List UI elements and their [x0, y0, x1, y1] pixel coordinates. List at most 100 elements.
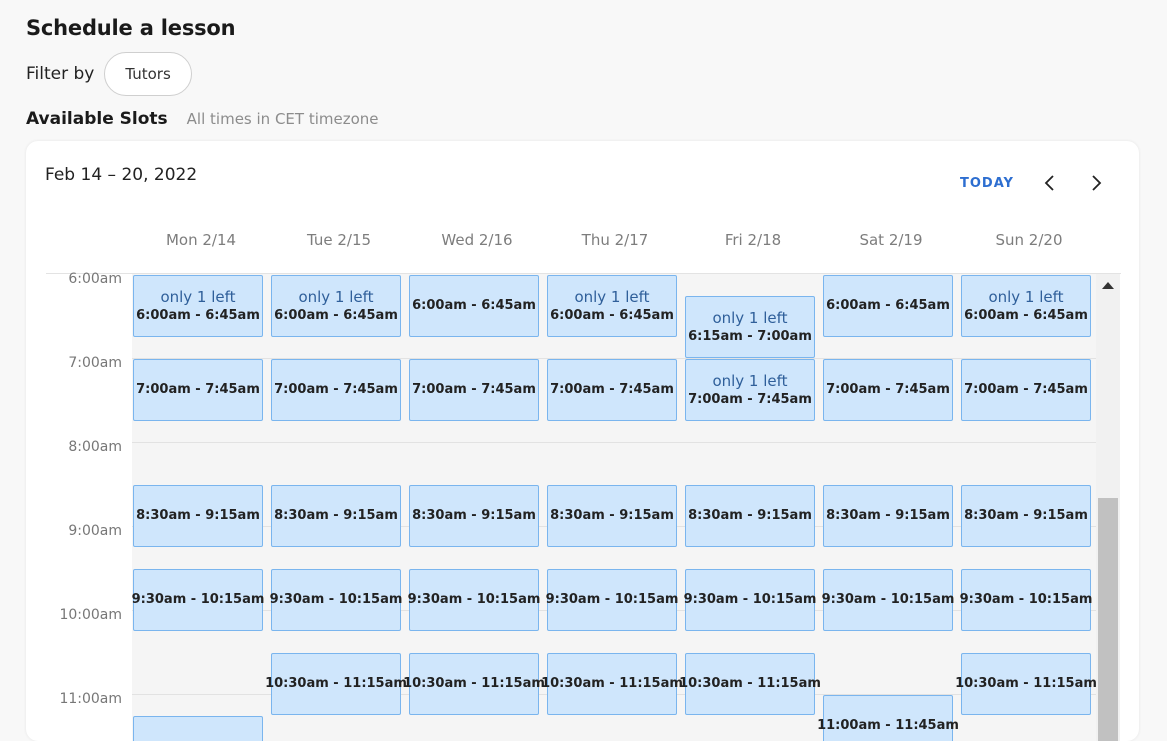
time-label: 8:00am [68, 439, 122, 455]
slot-time-range: 10:30am - 11:15am [541, 676, 683, 691]
time-slot[interactable]: 10:30am - 11:15am [955, 653, 1097, 715]
previous-week-button[interactable] [1039, 172, 1061, 194]
time-slot[interactable]: 8:30am - 9:15am [823, 485, 953, 547]
today-button[interactable]: TODAY [960, 176, 1014, 191]
day-header: Sun 2/20 [995, 231, 1063, 249]
hour-line [132, 442, 1096, 443]
slot-availability-note: only 1 left [712, 371, 788, 390]
slot-time-range: 7:00am - 7:45am [826, 382, 950, 397]
day-header: Wed 2/16 [441, 231, 513, 249]
next-week-button[interactable] [1085, 172, 1107, 194]
vertical-scrollbar[interactable] [1096, 274, 1120, 741]
filter-label: Filter by [26, 64, 95, 84]
time-slot[interactable]: 8:30am - 9:15am [961, 485, 1091, 547]
slot-time-range: 9:30am - 10:15am [131, 592, 265, 607]
slot-time-range: 7:00am - 7:45am [550, 382, 674, 397]
time-slot[interactable]: 7:00am - 7:45am [823, 359, 953, 421]
slot-time-range: 10:30am - 11:15am [955, 676, 1097, 691]
time-slot[interactable]: 8:30am - 9:15am [685, 485, 815, 547]
time-slot[interactable]: 10:30am - 11:15am [403, 653, 545, 715]
chevron-left-icon [1044, 175, 1054, 191]
slot-time-range: 9:30am - 10:15am [959, 592, 1093, 607]
time-slot[interactable]: 9:30am - 10:15am [131, 569, 265, 631]
day-header: Tue 2/15 [306, 231, 372, 249]
time-slot[interactable]: only 1 left 6:00am - 6:45am [547, 275, 677, 337]
time-slot[interactable]: only 1 left 6:00am - 6:45am [961, 275, 1091, 337]
slot-time-range: 8:30am - 9:15am [826, 508, 950, 523]
chevron-right-icon [1092, 175, 1102, 191]
time-slot[interactable]: 6:00am - 6:45am [823, 275, 953, 337]
time-slot[interactable]: 7:00am - 7:45am [271, 359, 401, 421]
time-slot[interactable]: 7:00am - 7:45am [133, 359, 263, 421]
time-slot[interactable]: 9:30am - 10:15am [684, 569, 816, 631]
slot-time-range: 10:30am - 11:15am [679, 676, 821, 691]
day-headers: Mon 2/14 Tue 2/15 Wed 2/16 Thu 2/17 Fri 2/18… [132, 231, 1098, 253]
time-slot[interactable]: 10:30am - 11:15am [265, 653, 407, 715]
slot-time-range: 8:30am - 9:15am [964, 508, 1088, 523]
time-slot[interactable]: 8:30am - 9:15am [271, 485, 401, 547]
timezone-note: All times in CET timezone [186, 110, 379, 128]
scroll-thumb[interactable] [1098, 498, 1118, 741]
time-slot[interactable]: 6:00am - 6:45am [409, 275, 539, 337]
slot-time-range: 8:30am - 9:15am [136, 508, 260, 523]
slot-time-range: 7:00am - 7:45am [964, 382, 1088, 397]
time-slot[interactable]: 9:30am - 10:15am [269, 569, 403, 631]
slot-time-range: 10:30am - 11:15am [265, 676, 407, 691]
time-slot[interactable] [133, 716, 263, 741]
time-slot[interactable]: 7:00am - 7:45am [409, 359, 539, 421]
slot-time-range: 9:30am - 10:15am [821, 592, 955, 607]
slot-time-range: 7:00am - 7:45am [412, 382, 536, 397]
time-slot[interactable]: 7:00am - 7:45am [961, 359, 1091, 421]
time-slot[interactable]: 9:30am - 10:15am [545, 569, 679, 631]
slot-time-range: 7:00am - 7:45am [274, 382, 398, 397]
slot-time-range: 6:00am - 6:45am [550, 307, 674, 323]
day-header: Sat 2/19 [859, 231, 923, 249]
available-slots-title: Available Slots [26, 109, 168, 129]
time-slot[interactable]: 8:30am - 9:15am [409, 485, 539, 547]
time-slot[interactable]: only 1 left 6:15am - 7:00am [685, 296, 815, 358]
slot-time-range: 8:30am - 9:15am [274, 508, 398, 523]
slot-time-range: 10:30am - 11:15am [403, 676, 545, 691]
time-slot[interactable]: 11:00am - 11:45am [817, 695, 959, 741]
slots-heading: Available Slots All times in CET timezon… [26, 109, 379, 129]
time-slot[interactable]: 7:00am - 7:45am [547, 359, 677, 421]
time-slot[interactable]: 9:30am - 10:15am [821, 569, 955, 631]
slot-time-range: 7:00am - 7:45am [136, 382, 260, 397]
slot-time-range: 6:00am - 6:45am [964, 307, 1088, 323]
time-slot[interactable]: only 1 left 6:00am - 6:45am [133, 275, 263, 337]
slot-time-range: 9:30am - 10:15am [269, 592, 403, 607]
slot-time-range: 6:00am - 6:45am [274, 307, 398, 323]
slot-time-range: 8:30am - 9:15am [688, 508, 812, 523]
slot-time-range: 9:30am - 10:15am [407, 592, 541, 607]
time-slot[interactable]: only 1 left 6:00am - 6:45am [271, 275, 401, 337]
filter-row: Filter by Tutors [26, 51, 192, 97]
time-slot[interactable]: 9:30am - 10:15am [959, 569, 1093, 631]
scroll-up-arrow-icon[interactable] [1102, 282, 1114, 289]
slot-time-range: 8:30am - 9:15am [412, 508, 536, 523]
time-slot[interactable]: 8:30am - 9:15am [547, 485, 677, 547]
time-label: 6:00am [68, 271, 122, 287]
slot-time-range: 7:00am - 7:45am [688, 391, 812, 407]
slot-availability-note: only 1 left [574, 287, 650, 306]
day-header: Fri 2/18 [724, 231, 782, 249]
time-slot[interactable]: only 1 left 7:00am - 7:45am [685, 359, 815, 421]
time-slot[interactable]: 9:30am - 10:15am [407, 569, 541, 631]
calendar-panel: Feb 14 – 20, 2022 TODAY Mon 2/14 Tue 2/15… [26, 141, 1139, 741]
slot-time-range: 6:00am - 6:45am [136, 307, 260, 323]
slot-availability-note: only 1 left [298, 287, 374, 306]
slot-time-range: 6:00am - 6:45am [826, 298, 950, 313]
date-range: Feb 14 – 20, 2022 [45, 165, 198, 185]
time-slot[interactable]: 10:30am - 11:15am [679, 653, 821, 715]
day-header: Thu 2/17 [581, 231, 649, 249]
page-title: Schedule a lesson [26, 16, 236, 40]
time-slot[interactable]: 10:30am - 11:15am [541, 653, 683, 715]
calendar-grid: only 1 left 6:00am - 6:45am only 1 left 6:0… [131, 274, 1097, 741]
slot-time-range: 6:15am - 7:00am [688, 328, 812, 344]
slot-time-range: 9:30am - 10:15am [545, 592, 679, 607]
tutors-filter-button[interactable]: Tutors [104, 52, 192, 96]
slot-availability-note: only 1 left [712, 308, 788, 327]
day-header: Mon 2/14 [165, 231, 237, 249]
slot-time-range: 6:00am - 6:45am [412, 298, 536, 313]
time-label: 7:00am [68, 355, 122, 371]
time-slot[interactable]: 8:30am - 9:15am [133, 485, 263, 547]
